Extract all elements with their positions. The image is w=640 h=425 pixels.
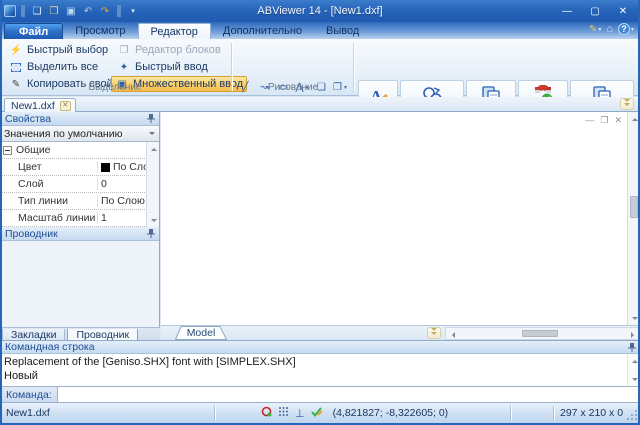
drawing-canvas[interactable]: — ❐ ✕ Model <box>161 112 640 340</box>
block-editor-button[interactable]: ❐ Редактор блоков <box>114 42 224 58</box>
command-output-scrollbar[interactable] <box>627 354 640 386</box>
command-panel: Командная строка Replacement of the [Gen… <box>0 340 640 402</box>
pin-icon[interactable] <box>147 229 155 242</box>
command-output-line: Replacement of the [Geniso.SHX] font wit… <box>4 355 626 369</box>
canvas-bottom-bar: Model <box>161 325 640 340</box>
group-divider <box>353 43 354 91</box>
mdi-close-icon[interactable]: ✕ <box>614 115 622 126</box>
divider <box>117 5 121 17</box>
status-toggles: ⊥ <box>257 403 327 423</box>
ribbon: ⚡ Быстрый выбор Выделить все ✎ Копироват… <box>0 39 640 96</box>
canvas-vertical-scrollbar[interactable] <box>627 112 640 325</box>
copy-properties-icon: ✎ <box>9 79 23 90</box>
block-editor-icon: ❐ <box>117 45 131 56</box>
selection-group-label: Выделение <box>40 82 190 93</box>
maximize-button[interactable]: ▢ <box>582 3 608 20</box>
osnap-toggle-icon[interactable] <box>261 406 272 420</box>
explorer-panel-header: Проводник <box>0 227 159 241</box>
properties-preset-dropdown[interactable]: Значения по умолчанию <box>0 126 159 142</box>
left-panel: Свойства Значения по умолчанию Общие Цве… <box>0 112 160 342</box>
quick-input-button[interactable]: ✦ Быстрый ввод <box>114 59 211 75</box>
save-icon[interactable]: ▣ <box>64 4 78 18</box>
new-file-icon[interactable]: ❏ <box>30 4 44 18</box>
group-divider <box>231 43 232 91</box>
divider <box>21 5 25 17</box>
tab-editor[interactable]: Редактор <box>138 23 211 39</box>
tab-view[interactable]: Просмотр <box>63 23 137 39</box>
color-swatch <box>101 163 110 172</box>
quick-select-button[interactable]: ⚡ Быстрый выбор <box>6 42 111 58</box>
document-tab-close-icon[interactable]: ✕ <box>60 101 71 111</box>
help-icon[interactable]: ?▾ <box>618 23 634 35</box>
command-output-line: Новый <box>4 369 626 383</box>
tab-output[interactable]: Вывод <box>314 23 371 39</box>
app-window: ❏ ❒ ▣ ↶ ↷ ▾ ABViewer 14 - [New1.dxf] — ▢… <box>0 0 640 425</box>
canvas-horizontal-scrollbar[interactable] <box>445 327 640 340</box>
layout-collapse-chevron-icon[interactable] <box>427 327 441 339</box>
command-panel-header: Командная строка <box>0 341 640 354</box>
resize-grip[interactable] <box>626 409 638 421</box>
status-bar: New1.dxf ⊥ (4,821827; -8,322605; 0) 297 … <box>0 402 640 423</box>
tab-file[interactable]: Файл <box>4 23 63 39</box>
mdi-restore-icon[interactable]: ❐ <box>600 115 608 126</box>
command-input[interactable] <box>58 387 640 402</box>
properties-scrollbar[interactable] <box>146 142 159 227</box>
property-row-linescale[interactable]: Масштаб линии 1 <box>0 210 159 227</box>
property-row-color[interactable]: Цвет По Слою <box>0 159 159 176</box>
tab-advanced[interactable]: Дополнительно <box>211 23 314 39</box>
property-row-linetype[interactable]: Тип линии По Слою <box>0 193 159 210</box>
status-filename: New1.dxf <box>0 403 214 423</box>
command-prompt-label: Команда: <box>0 387 58 402</box>
qat-customize-chevron-icon[interactable]: ▾ <box>126 4 140 18</box>
command-input-row: Команда: <box>0 387 640 402</box>
command-output: Replacement of the [Geniso.SHX] font wit… <box>0 354 640 387</box>
ribbon-tab-bar: Файл Просмотр Редактор Дополнительно Выв… <box>0 22 640 39</box>
minimize-button[interactable]: — <box>554 3 580 20</box>
mdi-controls: — ❐ ✕ <box>585 115 622 126</box>
grid-toggle-icon[interactable] <box>278 406 289 420</box>
select-all-icon <box>11 63 21 72</box>
properties-panel-header: Свойства <box>0 112 159 126</box>
panel-collapse-chevron-icon[interactable] <box>620 98 634 110</box>
draw-mode-toggle-icon[interactable] <box>311 406 323 420</box>
property-row-layer[interactable]: Слой 0 <box>0 176 159 193</box>
style-pencil-icon[interactable]: ✎▾ <box>589 24 601 35</box>
window-controls: — ▢ ✕ <box>554 0 636 22</box>
document-tab[interactable]: New1.dxf ✕ <box>4 98 76 112</box>
open-file-icon[interactable]: ❒ <box>47 4 61 18</box>
document-tab-bar: New1.dxf ✕ <box>0 97 640 112</box>
mdi-minimize-icon[interactable]: — <box>585 115 594 126</box>
status-coordinates: (4,821827; -8,322605; 0) <box>327 403 455 423</box>
drawing-group-label: Рисование <box>236 82 350 93</box>
model-tab[interactable]: Model <box>175 326 227 340</box>
home-icon[interactable]: ⌂ <box>606 23 613 35</box>
quick-select-icon: ⚡ <box>9 45 23 56</box>
title-bar: ❏ ❒ ▣ ↶ ↷ ▾ ABViewer 14 - [New1.dxf] — ▢… <box>0 0 640 22</box>
quick-access-toolbar: ❏ ❒ ▣ ↶ ↷ ▾ <box>0 4 140 18</box>
undo-icon[interactable]: ↶ <box>81 4 95 18</box>
select-all-button[interactable]: Выделить все <box>6 59 101 75</box>
ribbon-corner-icons: ✎▾ ⌂ ?▾ <box>589 23 634 35</box>
app-icon[interactable] <box>4 5 16 17</box>
collapse-icon[interactable] <box>3 146 12 155</box>
close-button[interactable]: ✕ <box>610 3 636 20</box>
quick-input-icon: ✦ <box>117 62 131 73</box>
property-group-row[interactable]: Общие <box>0 142 159 159</box>
ortho-toggle-icon[interactable]: ⊥ <box>295 407 305 420</box>
chevron-down-icon <box>149 132 155 138</box>
properties-grid: Общие Цвет По Слою Слой 0 Тип линии По С… <box>0 142 159 227</box>
redo-icon[interactable]: ↷ <box>98 4 112 18</box>
